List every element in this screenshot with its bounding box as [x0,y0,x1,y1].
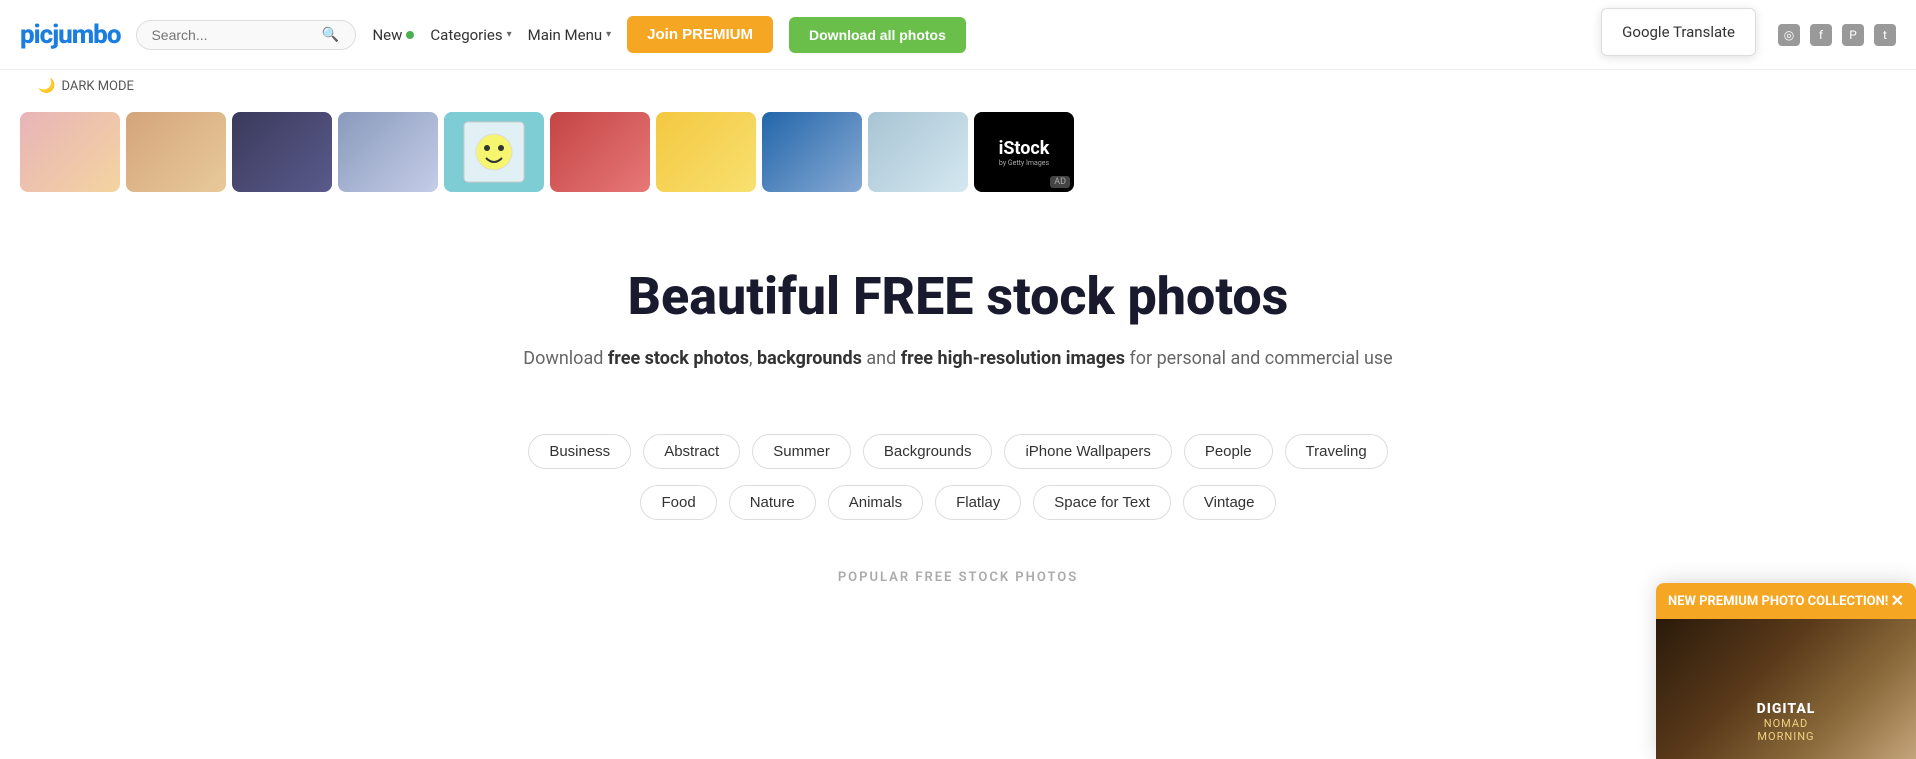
social-icons-group: ◎ f P t [1778,24,1896,46]
tags-container: Business Abstract Summer Backgrounds iPh… [0,434,1916,520]
photo-strip: iStock by Getty Images AD [0,98,1916,206]
nav-new-label: New [372,26,402,44]
categories-arrow-icon: ▾ [507,29,512,40]
hero-section: Beautiful FREE stock photos Download fre… [0,206,1916,404]
tag-abstract[interactable]: Abstract [643,434,740,469]
premium-banner: NEW PREMIUM PHOTO COLLECTION! ✕ [1656,583,1916,619]
photo-thumb-9[interactable] [868,112,968,192]
photo-thumb-4[interactable] [338,112,438,192]
hero-description: Download free stock photos, backgrounds … [20,345,1896,374]
tag-traveling[interactable]: Traveling [1285,434,1388,469]
premium-banner-text: NEW PREMIUM PHOTO COLLECTION! [1668,594,1888,609]
premium-img-subtitle: NOMAD [1764,717,1809,730]
photo-thumb-6[interactable] [550,112,650,192]
dark-mode-label: DARK MODE [61,79,133,94]
dark-mode-toggle[interactable]: 🌙 DARK MODE [30,74,142,98]
popular-section-header: POPULAR FREE STOCK PHOTOS [0,560,1916,605]
download-all-button[interactable]: Download all photos [789,17,966,53]
search-bar: 🔍 [136,20,356,50]
tag-summer[interactable]: Summer [752,434,851,469]
hero-bold-1: free stock photos [608,348,749,369]
twitter-icon[interactable]: t [1874,24,1896,46]
logo[interactable]: picjumbo [20,20,120,50]
ad-badge: AD [1050,176,1070,188]
nav-new[interactable]: New [372,26,414,44]
facebook-icon[interactable]: f [1810,24,1832,46]
photo-thumb-1[interactable] [20,112,120,192]
istock-sub-text: by Getty Images [999,159,1049,167]
tag-space-for-text[interactable]: Space for Text [1033,485,1171,520]
premium-close-button[interactable]: ✕ [1891,591,1904,611]
search-icon: 🔍 [321,27,338,43]
new-dot-indicator [406,31,414,39]
tag-nature[interactable]: Nature [729,485,816,520]
header: picjumbo 🔍 New Categories ▾ Main Menu ▾ … [0,0,1916,70]
nav-main-menu[interactable]: Main Menu ▾ [528,26,612,44]
tag-animals[interactable]: Animals [828,485,923,520]
main-menu-arrow-icon: ▾ [606,29,611,40]
tag-flatlay[interactable]: Flatlay [935,485,1021,520]
tag-business[interactable]: Business [528,434,631,469]
photo-thumb-2[interactable] [126,112,226,192]
tags-row-1: Business Abstract Summer Backgrounds iPh… [528,434,1387,469]
premium-img-sub2: MORNING [1757,730,1814,743]
google-translate-tooltip: Google Translate [1601,8,1756,56]
hero-bold-2: backgrounds [757,348,862,369]
tag-iphone-wallpapers[interactable]: iPhone Wallpapers [1004,434,1171,469]
premium-img-title: DIGITAL [1757,701,1816,717]
moon-icon: 🌙 [38,78,55,94]
header-row2: 🌙 DARK MODE [0,70,1916,98]
photo-thumb-5[interactable] [444,112,544,192]
nav-categories-label: Categories [430,26,502,44]
hero-heading: Beautiful FREE stock photos [20,266,1896,327]
tag-backgrounds[interactable]: Backgrounds [863,434,993,469]
photo-thumb-8[interactable] [762,112,862,192]
photo-thumb-3[interactable] [232,112,332,192]
tag-vintage[interactable]: Vintage [1183,485,1276,520]
photo-thumb-7[interactable] [656,112,756,192]
premium-image[interactable]: DIGITAL NOMAD MORNING [1656,619,1916,759]
nav-main-menu-label: Main Menu [528,26,603,44]
join-premium-button[interactable]: Join PREMIUM [627,16,773,53]
search-input[interactable] [151,27,321,43]
pinterest-icon[interactable]: P [1842,24,1864,46]
instagram-icon[interactable]: ◎ [1778,24,1800,46]
nav-categories[interactable]: Categories ▾ [430,26,511,44]
google-translate-label: Google Translate [1622,23,1735,41]
istock-ad-box[interactable]: iStock by Getty Images AD [974,112,1074,192]
tag-people[interactable]: People [1184,434,1273,469]
premium-notification: NEW PREMIUM PHOTO COLLECTION! ✕ DIGITAL … [1656,583,1916,759]
tags-row-2: Food Nature Animals Flatlay Space for Te… [640,485,1275,520]
istock-logo-text: iStock [999,138,1050,159]
hero-bold-3: free high-resolution images [901,348,1125,369]
tag-food[interactable]: Food [640,485,716,520]
